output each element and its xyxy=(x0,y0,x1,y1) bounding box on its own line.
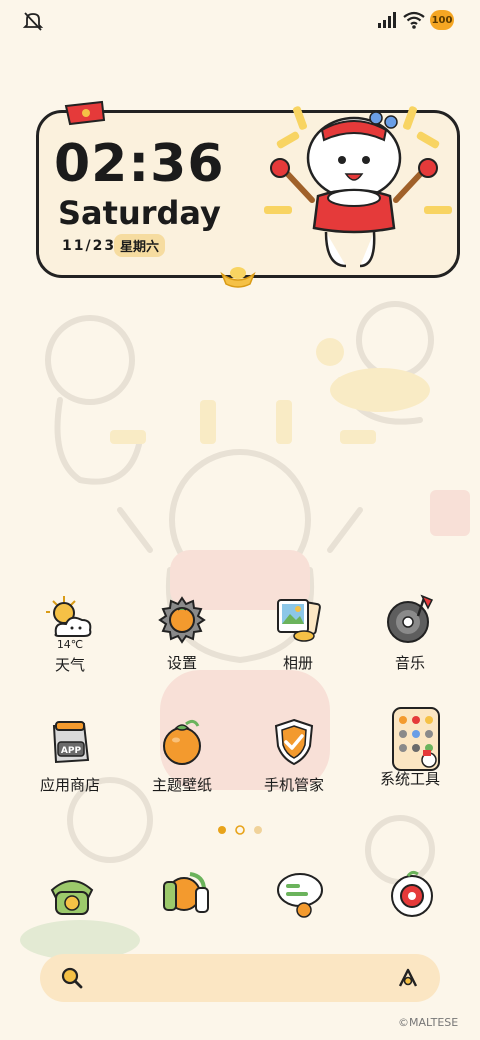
weather-temperature: 14℃ xyxy=(56,638,84,651)
app-label: 主题壁纸 xyxy=(151,776,212,794)
messages-icon[interactable] xyxy=(274,868,326,920)
app-label: 应用商店 xyxy=(39,776,100,794)
folder-system-tools[interactable]: 系统工具 xyxy=(362,706,458,806)
app-label: 系统工具 xyxy=(379,770,440,788)
security-icon xyxy=(274,718,314,766)
clock-weekday: 星期六 xyxy=(114,234,166,257)
app-gallery[interactable]: 相册 xyxy=(250,594,346,694)
clock-date: 11/23 xyxy=(62,238,117,254)
system-tools-folder-icon xyxy=(392,707,440,771)
music-icon xyxy=(387,594,434,643)
assistant-icon[interactable] xyxy=(396,966,420,990)
app-store[interactable]: APP 应用商店 xyxy=(22,716,118,816)
app-security[interactable]: 手机管家 xyxy=(246,716,342,816)
mute-icon xyxy=(22,12,44,31)
app-themes[interactable]: 主题壁纸 xyxy=(134,716,230,816)
app-settings[interactable]: 设置 xyxy=(134,594,230,694)
clock-day: Saturday xyxy=(58,194,221,232)
app-label: 设置 xyxy=(166,654,197,672)
gold-ingot-icon xyxy=(220,267,256,288)
camera-icon[interactable] xyxy=(386,868,438,920)
svg-text:APP: APP xyxy=(61,746,82,756)
app-label: 音乐 xyxy=(394,654,425,672)
clock-time: 02:36 xyxy=(54,134,225,194)
battery-indicator: 100 xyxy=(430,10,454,30)
app-label: 相册 xyxy=(282,654,313,672)
watermark: ©MALTESE xyxy=(398,1016,459,1029)
contacts-icon[interactable] xyxy=(160,868,212,920)
mascot-drummer-illustration xyxy=(264,106,452,268)
app-store-icon: APP xyxy=(52,721,90,764)
signal-icon xyxy=(378,12,396,28)
phone-icon[interactable] xyxy=(46,868,98,920)
app-label: 手机管家 xyxy=(263,776,324,794)
app-label: 天气 xyxy=(54,656,85,674)
gallery-icon xyxy=(277,599,321,642)
search-bar[interactable] xyxy=(40,954,440,1002)
app-music[interactable]: 音乐 xyxy=(362,594,458,694)
page-indicator xyxy=(218,825,262,835)
app-weather[interactable]: 14℃ 天气 xyxy=(22,594,118,694)
search-icon[interactable] xyxy=(60,966,84,990)
wifi-icon xyxy=(403,11,425,29)
red-envelope-icon xyxy=(64,100,106,126)
themes-icon xyxy=(163,719,201,765)
settings-icon xyxy=(158,596,206,644)
